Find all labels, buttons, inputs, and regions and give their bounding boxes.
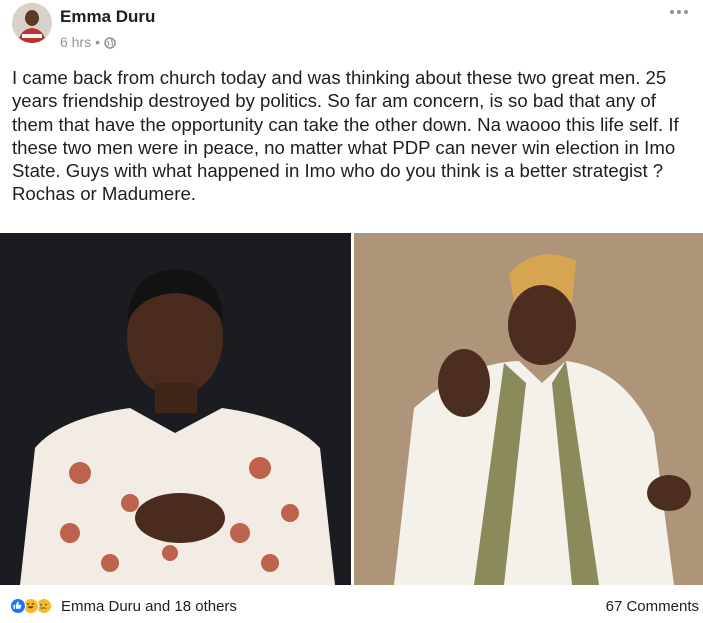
author-name[interactable]: Emma Duru (60, 7, 155, 27)
post-footer: Emma Duru and 18 others 67 Comments (0, 589, 703, 623)
post-header: Emma Duru 6 hrs • (0, 0, 703, 62)
post-meta: 6 hrs • (60, 34, 116, 50)
reaction-icons[interactable] (10, 598, 52, 614)
like-icon (10, 598, 26, 614)
public-globe-icon[interactable] (104, 36, 116, 49)
photo-left[interactable] (0, 233, 351, 585)
photo-grid (0, 233, 703, 585)
feed-post: Emma Duru 6 hrs • I came back from churc… (0, 0, 703, 623)
reactors-link[interactable]: Emma Duru and 18 others (61, 598, 237, 615)
photo-right[interactable] (354, 233, 703, 585)
avatar-image (12, 3, 52, 43)
author-avatar[interactable] (12, 3, 52, 43)
post-text: I came back from church today and was th… (12, 67, 679, 205)
more-options-icon[interactable] (667, 5, 691, 19)
meta-separator: • (95, 34, 101, 50)
photo-left-image (0, 233, 351, 585)
photo-right-image (354, 233, 703, 585)
comments-link[interactable]: 67 Comments (606, 598, 699, 615)
post-timestamp[interactable]: 6 hrs (60, 34, 91, 50)
